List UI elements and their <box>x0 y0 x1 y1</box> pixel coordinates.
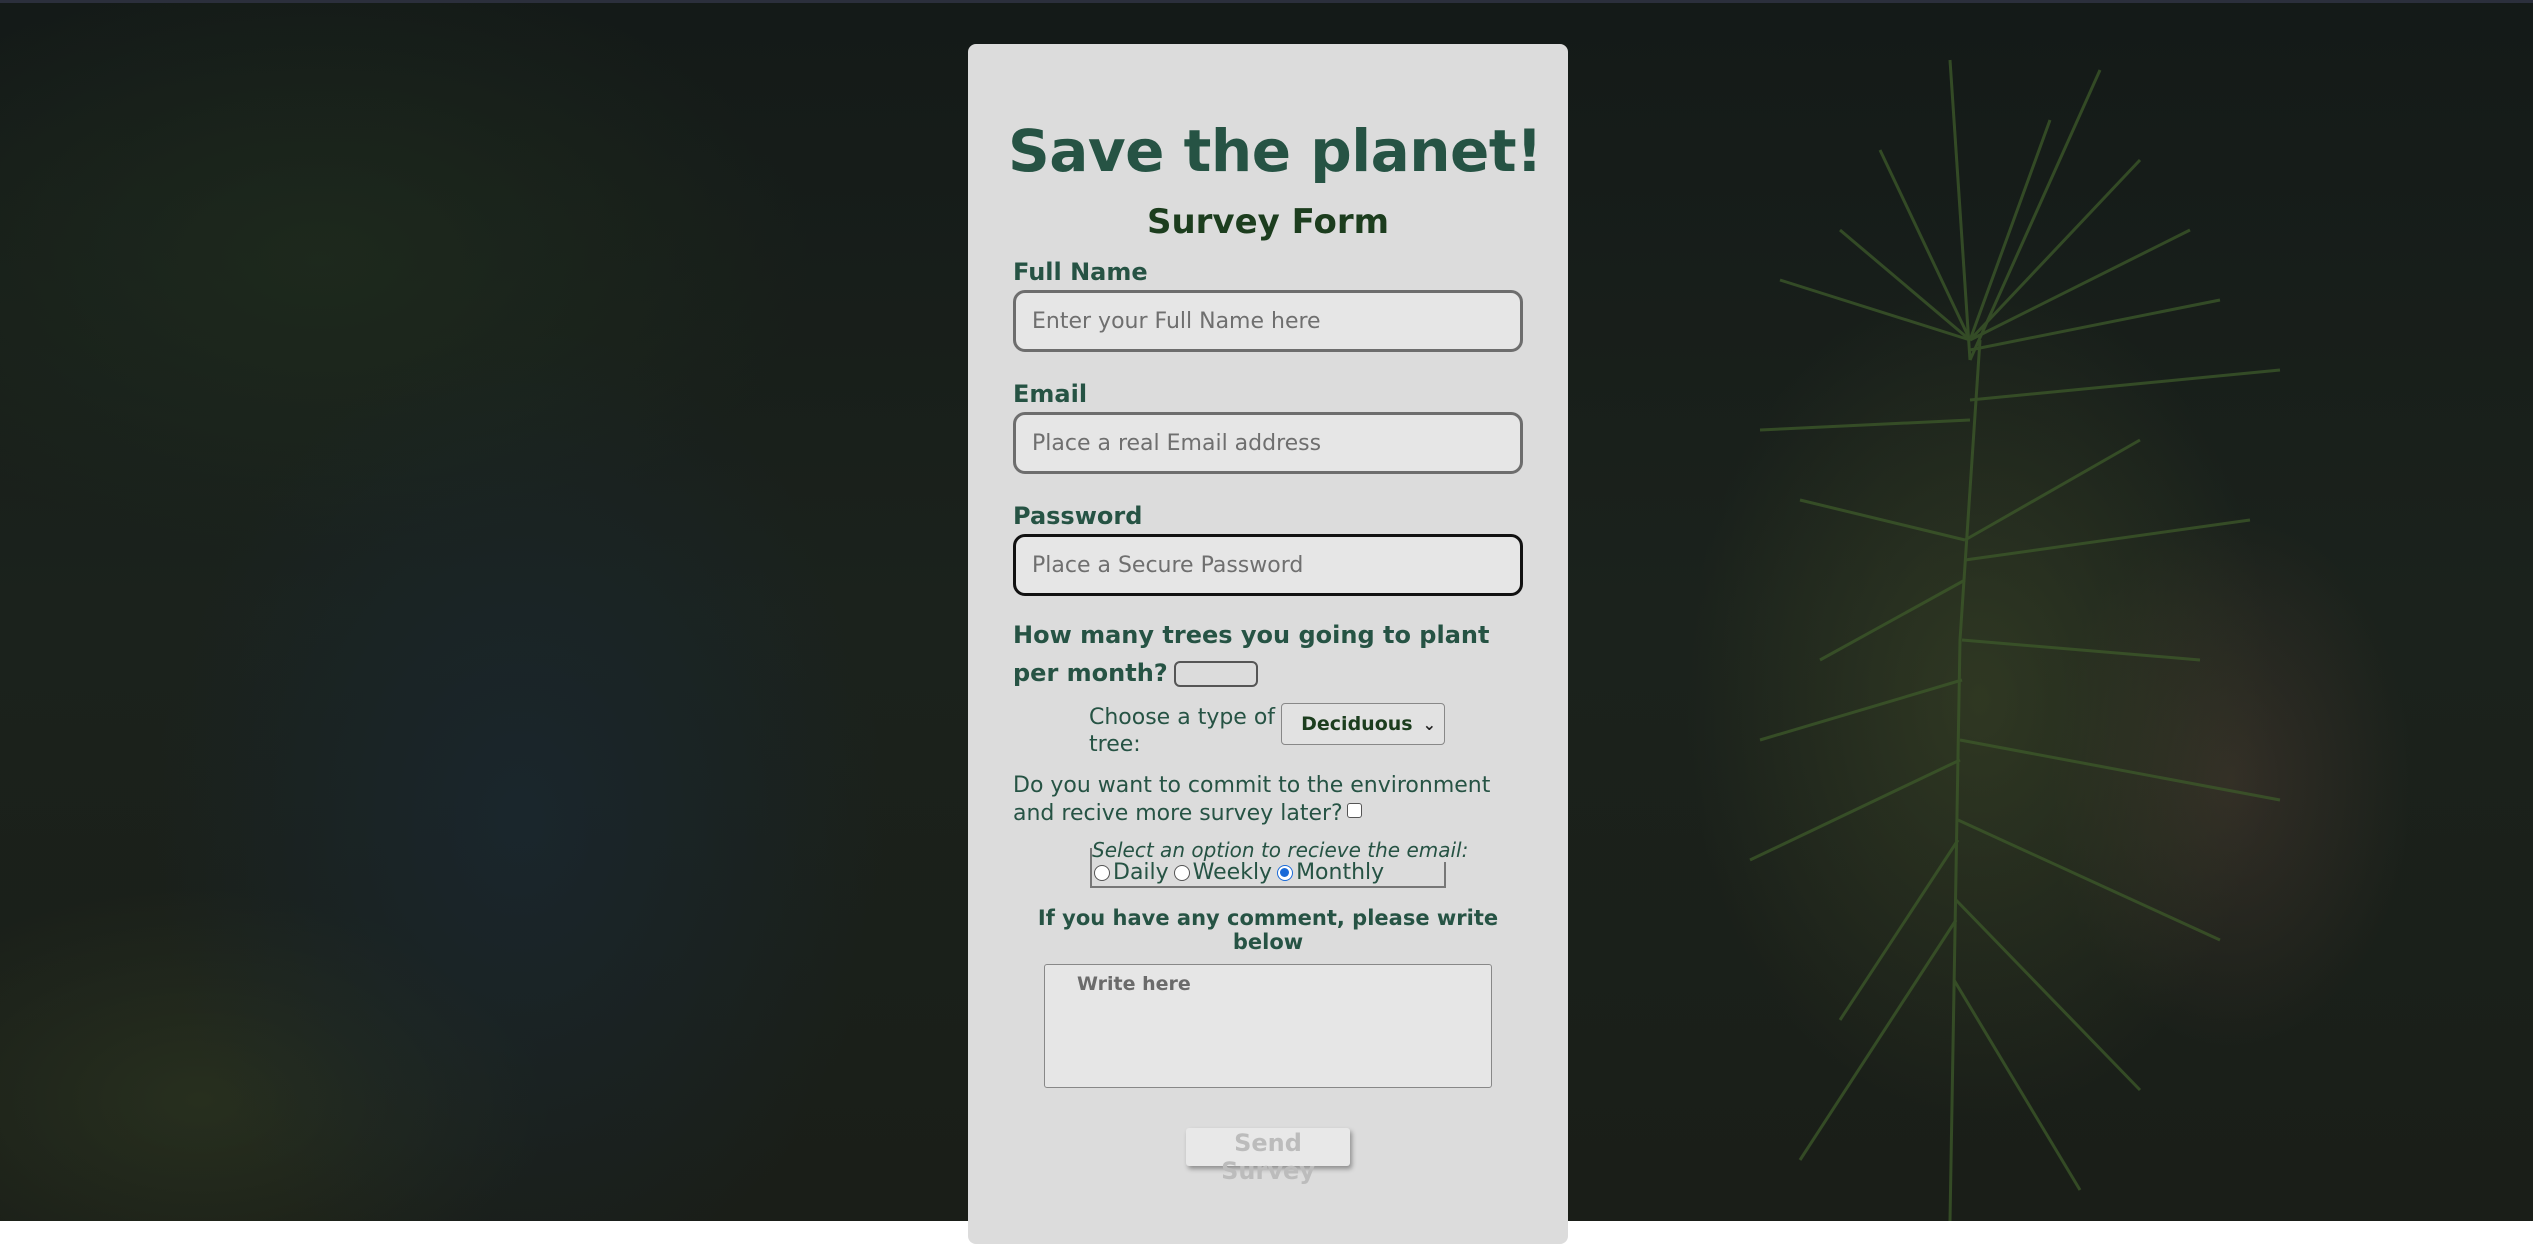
password-label: Password <box>1013 502 1143 530</box>
comment-label: If you have any comment, please write be… <box>1037 906 1499 954</box>
commit-checkbox[interactable] <box>1346 803 1362 818</box>
radio-weekly[interactable] <box>1173 864 1190 881</box>
comment-textarea[interactable] <box>1044 964 1492 1088</box>
commit-label: Do you want to commit to the environment… <box>1013 773 1491 826</box>
radio-weekly-label: Weekly <box>1192 860 1273 885</box>
tree-type-select[interactable]: Deciduous ⌄ <box>1281 703 1445 745</box>
email-frequency-options: Daily Weekly Monthly <box>1092 860 1387 885</box>
trees-per-month-question: How many trees you going to plant per mo… <box>1013 616 1523 692</box>
tree-type-label: Choose a type of tree: <box>1089 705 1276 757</box>
page-title: Save the planet! <box>1007 117 1543 185</box>
chevron-down-icon: ⌄ <box>1422 714 1436 734</box>
password-input[interactable] <box>1013 534 1523 596</box>
email-label: Email <box>1013 380 1088 408</box>
email-frequency-legend: Select an option to recieve the email: <box>1092 838 1473 862</box>
radio-monthly-label: Monthly <box>1296 860 1385 885</box>
email-frequency-fieldset: Select an option to recieve the email: D… <box>1090 838 1473 888</box>
commit-question: Do you want to commit to the environment… <box>1013 772 1523 828</box>
tree-type-selected-value: Deciduous <box>1301 713 1413 735</box>
radio-monthly[interactable] <box>1277 864 1294 881</box>
survey-card: Save the planet! Survey Form Full Name E… <box>968 44 1568 1244</box>
window-top-edge <box>0 0 2533 3</box>
trees-per-month-input[interactable] <box>1173 661 1258 687</box>
full-name-label: Full Name <box>1013 258 1148 286</box>
send-survey-button[interactable]: Send Survey <box>1186 1128 1350 1185</box>
pine-sapling-image <box>1749 59 2281 1221</box>
form-subtitle: Survey Form <box>1146 202 1390 242</box>
tree-type-row: Choose a type of tree: Deciduous ⌄ <box>1089 703 1523 758</box>
header: Save the planet! <box>1008 112 1543 190</box>
email-input[interactable] <box>1013 412 1523 474</box>
radio-daily-label: Daily <box>1113 860 1169 885</box>
full-name-input[interactable] <box>1013 290 1523 352</box>
radio-daily[interactable] <box>1094 864 1110 881</box>
